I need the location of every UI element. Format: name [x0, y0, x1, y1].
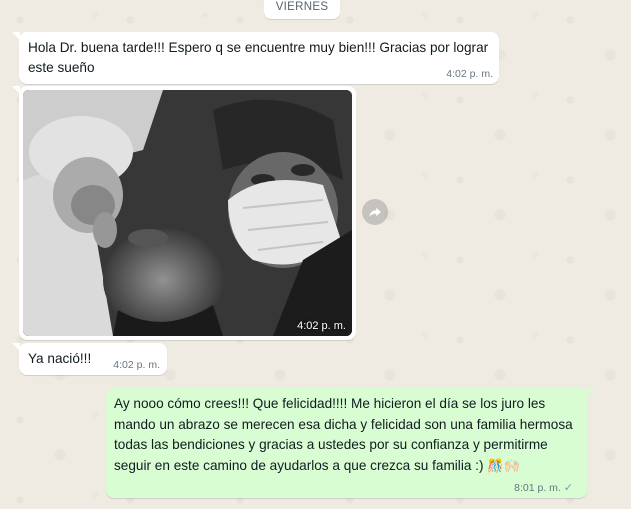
- photo-time: 4:02 p. m.: [297, 320, 346, 332]
- message-time: 4:02 p. m.: [446, 68, 493, 80]
- message-text: Hola Dr. buena tarde!!! Espero q se encu…: [28, 40, 489, 75]
- single-check-icon: ✓: [563, 481, 573, 494]
- forward-icon: [369, 207, 381, 218]
- message-emojis: 🎊🙌🏻: [487, 458, 520, 474]
- message-text: Ya nació!!!: [28, 351, 92, 366]
- message-text: Ay nooo cómo crees!!! Que felicidad!!!! …: [114, 394, 580, 477]
- photo[interactable]: 4:02 p. m.: [23, 90, 352, 336]
- incoming-message[interactable]: Hola Dr. buena tarde!!! Espero q se encu…: [19, 32, 499, 84]
- forward-button[interactable]: [362, 199, 388, 225]
- incoming-message[interactable]: Ya nació!!! 4:02 p. m.: [19, 343, 167, 375]
- bubble-tail: [12, 32, 20, 40]
- date-separator: VIERNES: [264, 0, 340, 19]
- outgoing-message[interactable]: Ay nooo cómo crees!!! Que felicidad!!!! …: [106, 388, 587, 498]
- bubble-tail: [587, 388, 595, 396]
- photo-image: [23, 90, 352, 336]
- bubble-tail: [12, 86, 20, 94]
- date-separator-label: VIERNES: [275, 1, 329, 13]
- message-time: 8:01 p. m. ✓: [514, 481, 573, 494]
- message-time: 4:02 p. m.: [113, 359, 160, 371]
- bubble-tail: [12, 343, 20, 351]
- message-time-label: 8:01 p. m.: [514, 482, 561, 494]
